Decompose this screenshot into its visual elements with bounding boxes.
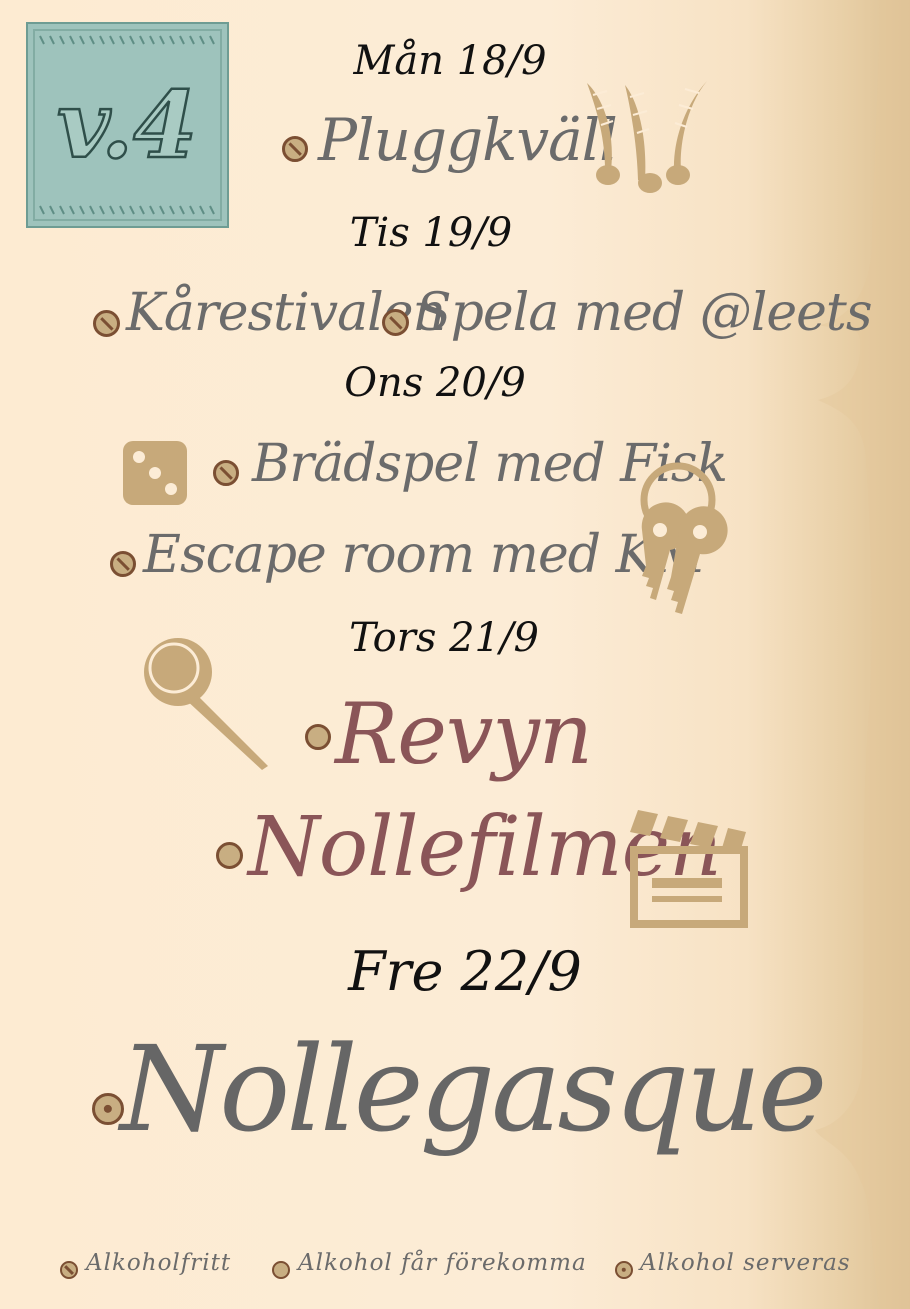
- legend-alkoholfritt: Alkoholfritt: [86, 1250, 232, 1276]
- day-heading-wednesday: Ons 20/9: [344, 360, 526, 406]
- no-alcohol-dot: [110, 551, 136, 577]
- no-alcohol-dot: [382, 309, 409, 336]
- legend-alcohol-served-dot: [615, 1261, 633, 1279]
- no-alcohol-dot: [213, 460, 239, 486]
- no-alcohol-dot: [282, 136, 308, 162]
- week-badge-text: v.4: [57, 71, 197, 179]
- legend-alkohol-far-forekomma: Alkohol får förekomma: [298, 1250, 587, 1276]
- event-pluggkvall: Pluggkväll: [318, 106, 618, 174]
- legend-alcohol-may-occur-dot: [272, 1261, 290, 1279]
- event-revyn: Revyn: [335, 685, 593, 783]
- legend-no-alcohol-dot: [60, 1261, 78, 1279]
- event-spela-med-leets: Spela med @leets: [416, 283, 873, 343]
- day-heading-monday: Mån 18/9: [353, 38, 547, 84]
- no-alcohol-dot: [93, 310, 120, 337]
- alcohol-may-occur-dot: [305, 724, 331, 750]
- microphone-icon: [144, 638, 268, 770]
- dice-icon: [123, 441, 187, 505]
- alcohol-may-occur-dot: [216, 842, 243, 869]
- poster: v.4 Mån 18/9 Pluggkväll Tis 19/9 Kåresti…: [0, 0, 910, 1309]
- feathers-icon: [587, 81, 707, 193]
- event-nollegasque: Nollegasque: [120, 1020, 827, 1158]
- keys-icon: [640, 462, 728, 614]
- day-heading-thursday: Tors 21/9: [349, 615, 539, 661]
- day-heading-friday: Fre 22/9: [348, 940, 582, 1003]
- day-heading-tuesday: Tis 19/9: [349, 210, 513, 256]
- legend-alkohol-serveras: Alkohol serveras: [640, 1250, 851, 1276]
- clapperboard-icon: [630, 810, 748, 928]
